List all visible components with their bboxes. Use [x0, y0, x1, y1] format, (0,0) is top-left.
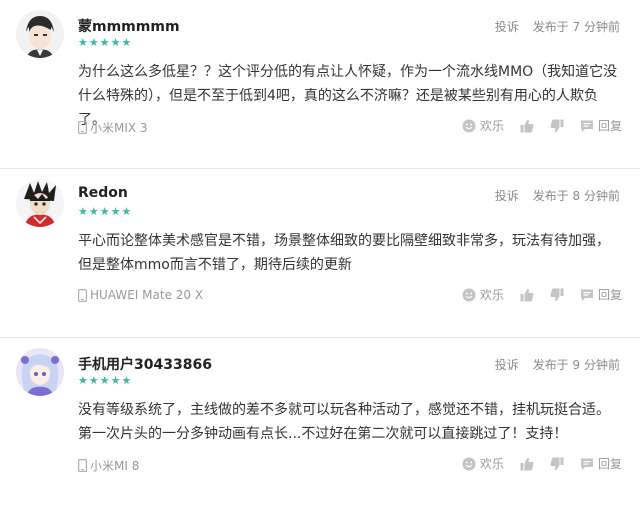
- review-meta: 投诉 发布于 8 分钟前: [495, 187, 620, 204]
- username[interactable]: 蒙mmmmmm: [78, 16, 180, 36]
- like-button[interactable]: [520, 457, 534, 471]
- review-list: 蒙mmmmmm ★ ★ ★ ★ ★ 投诉 发布于 7 分钟前 为什么这么多低星？…: [0, 0, 640, 507]
- star-icon: ★: [110, 36, 121, 49]
- funny-label: 欢乐: [479, 288, 504, 302]
- phone-icon: [78, 288, 87, 302]
- review-actions: 欢乐 回复: [462, 117, 622, 134]
- thumbs-up-icon: [520, 457, 534, 470]
- funny-label: 欢乐: [479, 457, 504, 471]
- star-rating: ★ ★ ★ ★ ★: [78, 206, 131, 217]
- review-item: Redon ★ ★ ★ ★ ★ 投诉 发布于 8 分钟前 平心而论整体美术感官是…: [0, 169, 640, 338]
- like-button[interactable]: [520, 119, 534, 133]
- chat-bubble-icon: [580, 458, 593, 470]
- smiley-icon: [462, 288, 476, 301]
- thumbs-up-icon: [520, 288, 534, 301]
- star-icon: ★: [88, 205, 99, 218]
- star-icon: ★: [99, 36, 110, 49]
- report-link[interactable]: 投诉: [495, 356, 519, 373]
- report-link[interactable]: 投诉: [495, 187, 519, 204]
- reply-label: 回复: [597, 457, 622, 471]
- device-name: HUAWEI Mate 20 X: [90, 288, 204, 302]
- avatar[interactable]: [16, 179, 64, 227]
- star-icon: ★: [78, 36, 88, 49]
- star-icon: ★: [99, 205, 110, 218]
- review-meta: 投诉 发布于 7 分钟前: [495, 18, 620, 35]
- review-item: 手机用户30433866 ★ ★ ★ ★ ★ 投诉 发布于 9 分钟前 没有等级…: [0, 338, 640, 507]
- review-actions: 欢乐 回复: [462, 455, 622, 472]
- avatar[interactable]: [16, 10, 64, 58]
- star-icon: ★: [110, 374, 121, 387]
- report-link[interactable]: 投诉: [495, 18, 519, 35]
- star-icon: ★: [121, 205, 132, 218]
- post-time: 发布于 7 分钟前: [532, 20, 620, 34]
- star-icon: ★: [78, 374, 88, 387]
- chat-bubble-icon: [580, 120, 593, 132]
- thumbs-up-icon: [520, 119, 534, 132]
- device-name: 小米MI 8: [90, 459, 140, 473]
- reply-button[interactable]: 回复: [580, 455, 622, 472]
- thumbs-down-icon: [550, 288, 564, 301]
- device-info: HUAWEI Mate 20 X: [78, 288, 203, 302]
- smiley-icon: [462, 457, 476, 470]
- thumbs-down-icon: [550, 457, 564, 470]
- funny-button[interactable]: 欢乐: [462, 286, 504, 303]
- star-icon: ★: [88, 36, 99, 49]
- star-icon: ★: [121, 374, 132, 387]
- device-info: 小米MIX 3: [78, 119, 148, 136]
- device-name: 小米MIX 3: [90, 121, 148, 135]
- review-item: 蒙mmmmmm ★ ★ ★ ★ ★ 投诉 发布于 7 分钟前 为什么这么多低星？…: [0, 0, 640, 169]
- phone-icon: [78, 121, 87, 134]
- username[interactable]: Redon: [78, 185, 128, 201]
- dislike-button[interactable]: [550, 288, 564, 302]
- star-rating: ★ ★ ★ ★ ★: [78, 37, 131, 48]
- post-time: 发布于 9 分钟前: [532, 358, 620, 372]
- dislike-button[interactable]: [550, 119, 564, 133]
- post-time: 发布于 8 分钟前: [532, 189, 620, 203]
- review-actions: 欢乐 回复: [462, 286, 622, 303]
- reply-button[interactable]: 回复: [580, 286, 622, 303]
- thumbs-down-icon: [550, 119, 564, 132]
- avatar[interactable]: [16, 348, 64, 396]
- reply-label: 回复: [597, 288, 622, 302]
- device-info: 小米MI 8: [78, 457, 139, 474]
- chat-bubble-icon: [580, 289, 593, 301]
- star-icon: ★: [121, 36, 132, 49]
- reply-button[interactable]: 回复: [580, 117, 622, 134]
- review-content: 没有等级系统了，主线做的差不多就可以玩各种活动了，感觉还不错，挂机玩挺合适。第一…: [78, 402, 610, 442]
- star-icon: ★: [110, 205, 121, 218]
- username[interactable]: 手机用户30433866: [78, 354, 212, 374]
- star-icon: ★: [88, 374, 99, 387]
- star-icon: ★: [99, 374, 110, 387]
- funny-button[interactable]: 欢乐: [462, 117, 504, 134]
- phone-icon: [78, 459, 87, 472]
- smiley-icon: [462, 119, 476, 132]
- reply-label: 回复: [597, 119, 622, 133]
- star-icon: ★: [78, 205, 88, 218]
- star-rating: ★ ★ ★ ★ ★: [78, 375, 131, 386]
- like-button[interactable]: [520, 288, 534, 302]
- review-content: 平心而论整体美术感官是不错，场景整体细致的要比隔壁细致非常多，玩法有待加强，但是…: [78, 233, 610, 273]
- funny-label: 欢乐: [479, 119, 504, 133]
- review-meta: 投诉 发布于 9 分钟前: [495, 356, 620, 373]
- funny-button[interactable]: 欢乐: [462, 455, 504, 472]
- dislike-button[interactable]: [550, 457, 564, 471]
